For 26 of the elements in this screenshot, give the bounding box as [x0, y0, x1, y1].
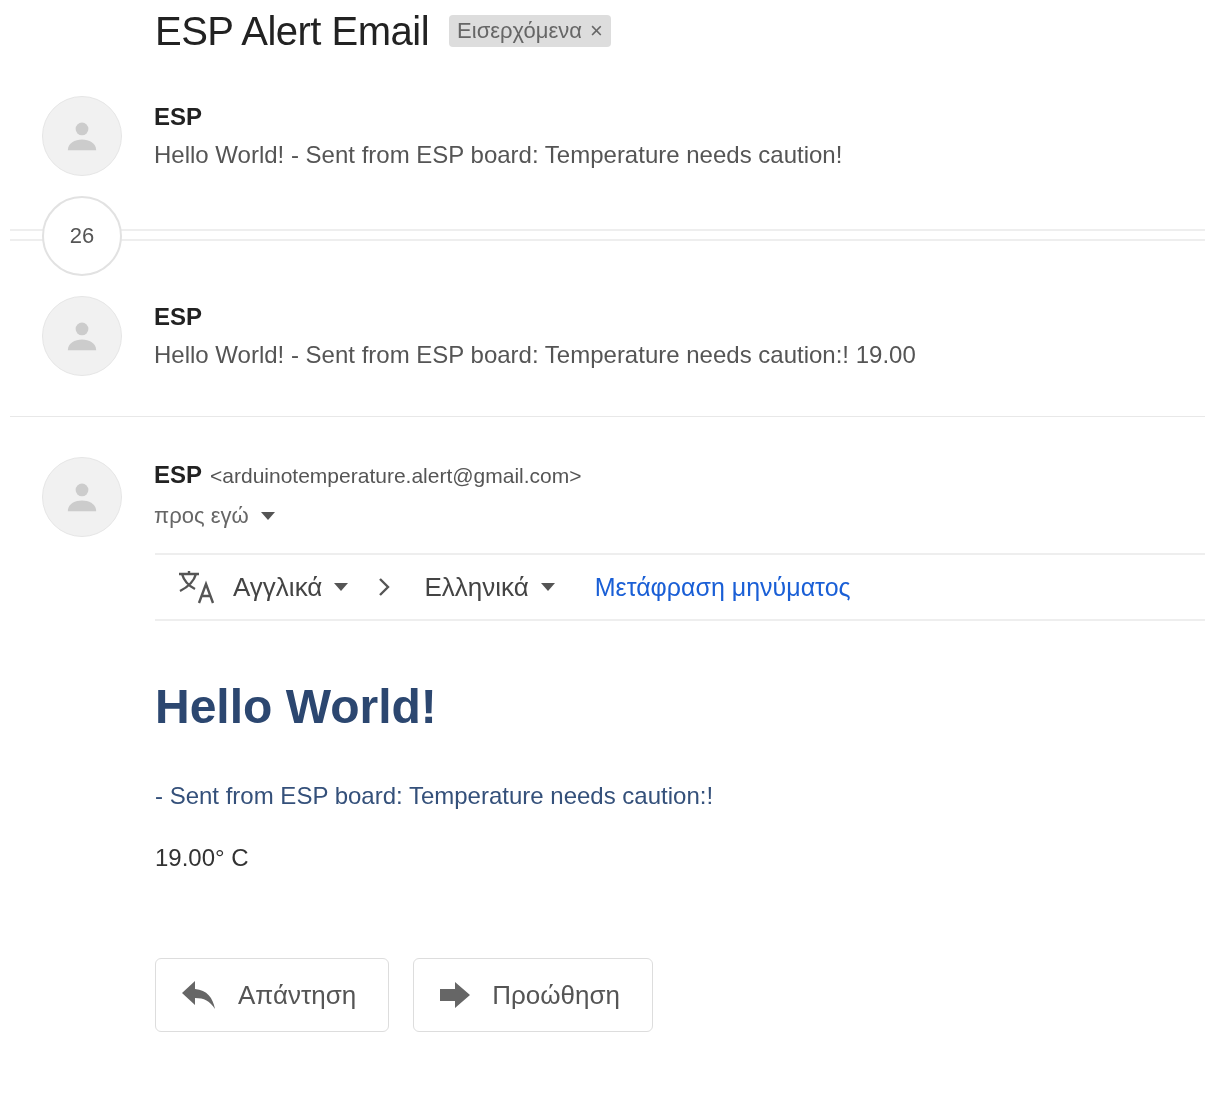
- email-subject: ESP Alert Email: [155, 8, 430, 54]
- caret-icon: [334, 583, 349, 591]
- source-language-dropdown[interactable]: Αγγλικά: [233, 571, 361, 603]
- caret-icon: [260, 512, 275, 520]
- recipient-dropdown[interactable]: προς εγώ: [154, 503, 582, 529]
- sender-name: ESP: [154, 461, 203, 489]
- remove-label-button[interactable]: ×: [589, 18, 603, 44]
- message-snippet[interactable]: Hello World! - Sent from ESP board: Temperature needs caution!: [154, 141, 843, 169]
- sender-name: ESP: [154, 303, 204, 331]
- sender-address: <arduinotemperature.alert@gmail.com>: [210, 464, 582, 488]
- chevron-right-icon: [378, 577, 391, 597]
- message-snippet[interactable]: Hello World! - Sent from ESP board: Temperature needs caution:! 19.00: [154, 341, 916, 369]
- message-heading: Hello World!: [155, 679, 438, 734]
- reply-icon: [182, 981, 216, 1009]
- forward-button[interactable]: Προώθηση: [413, 958, 653, 1032]
- collapsed-count[interactable]: 26: [42, 196, 122, 276]
- target-language-dropdown[interactable]: Ελληνικά: [424, 571, 567, 603]
- message-text: - Sent from ESP board: Temperature needs caution:!: [155, 782, 715, 810]
- sender-name: ESP: [154, 103, 204, 131]
- caret-icon: [540, 583, 555, 591]
- translate-message-link[interactable]: Μετάφραση μηνύματος: [594, 572, 851, 602]
- inbox-label: Εισερχόμενα ×: [449, 15, 611, 47]
- reply-button[interactable]: Απάντηση: [155, 958, 390, 1032]
- translate-icon: [177, 570, 215, 604]
- forward-arrow-icon: [440, 982, 471, 1008]
- message-text: 19.00° C: [155, 844, 250, 872]
